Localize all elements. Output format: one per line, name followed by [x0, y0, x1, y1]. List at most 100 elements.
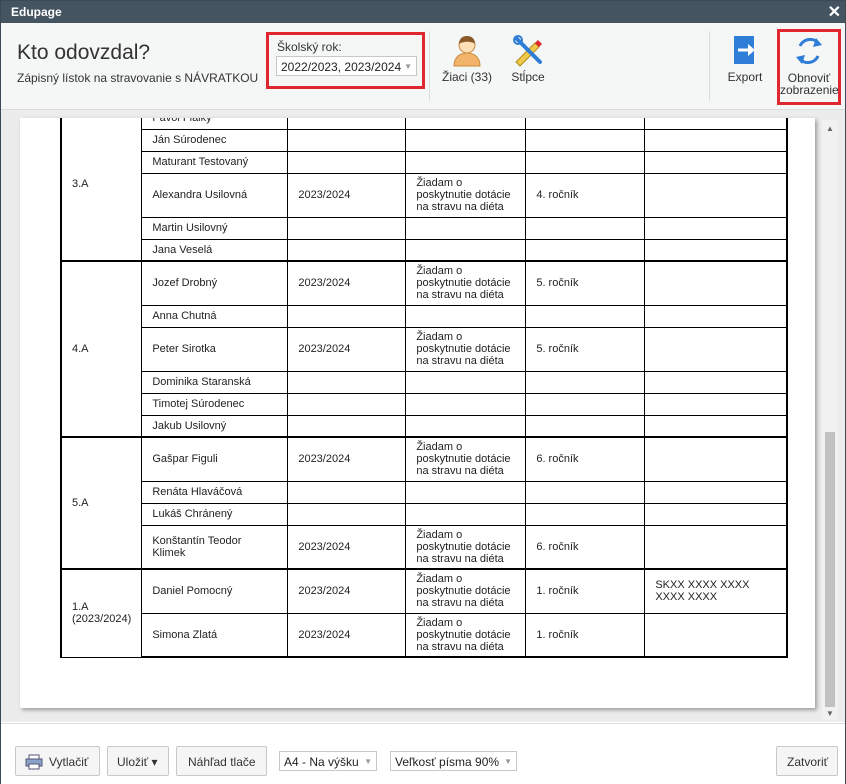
table-row: Lukáš Chránený: [61, 502, 788, 526]
cell-note: Žiadam o poskytnutie dotácie na stravu n…: [405, 260, 527, 306]
table-row: Anna Chutná: [61, 304, 788, 328]
cell-extra: [644, 370, 788, 394]
cell-name: Gašpar Figuli: [141, 436, 289, 482]
page-title: Kto odovzdal?: [17, 41, 151, 64]
cell-extra: [644, 118, 788, 130]
cell-year: [287, 150, 407, 174]
school-year-select[interactable]: 2022/2023, 2023/2024 ▼: [276, 56, 417, 76]
school-year-value: 2022/2023, 2023/2024: [281, 60, 402, 74]
school-year-highlight: Školský rok: 2022/2023, 2023/2024 ▼: [266, 32, 425, 89]
cell-extra: [644, 172, 788, 218]
cell-extra: [644, 392, 788, 416]
font-size-value: Veľkosť písma 90%: [395, 755, 500, 769]
class-name: 4.A: [72, 343, 89, 355]
cell-name: Konštantín Teodor Klimek: [141, 524, 289, 570]
cell-year: 2023/2024: [287, 612, 407, 658]
cell-extra: [644, 128, 788, 152]
table-row: 4.A Jozef Drobný 2023/2024 Žiadam o poskytn…: [60, 260, 788, 438]
cell-year: [287, 238, 407, 262]
table-row: Simona Zlatá 2023/2024 Žiadam o poskytnuti…: [61, 612, 788, 658]
cell-grade: 6. ročník: [525, 524, 646, 570]
refresh-button[interactable]: Obnoviť zobrazenie: [780, 32, 839, 102]
toolbar-divider: [429, 31, 430, 101]
class-name: 1.A: [72, 601, 89, 614]
cell-note: [405, 128, 527, 152]
cell-year: 2023/2024: [287, 326, 407, 372]
cell-name: Renáta Hlaváčová: [141, 480, 289, 504]
cell-year: [287, 480, 407, 504]
class-cell: 1.A (2023/2024): [60, 568, 143, 658]
refresh-label-line2: zobrazenie: [780, 83, 839, 97]
cell-name: Dominika Staranská: [141, 370, 289, 394]
cell-year: 2023/2024: [287, 260, 407, 306]
cell-year: [287, 370, 407, 394]
cell-extra: [644, 612, 788, 658]
export-label: Export: [727, 70, 763, 84]
print-preview-button[interactable]: Náhľad tlače: [176, 746, 267, 776]
cell-note: [405, 370, 527, 394]
cell-grade: 5. ročník: [525, 260, 646, 306]
cell-name: Maturant Testovaný: [141, 150, 289, 174]
toolbar: Kto odovzdal? Zápisný lístok na stravova…: [1, 23, 845, 110]
scroll-down-icon[interactable]: ▼: [826, 709, 834, 718]
cell-grade: [525, 480, 646, 504]
cell-name: Lukáš Chránený: [141, 502, 289, 526]
chevron-down-icon: ▼: [404, 62, 412, 71]
cell-grade: [525, 118, 646, 130]
cell-name: Jana Veselá: [141, 238, 289, 262]
cell-name: Martin Usilovný: [141, 216, 289, 240]
report-area: 3.A Pavol Fialky Ján Súrodenec Maturant Tes…: [1, 110, 845, 722]
columns-button[interactable]: Stĺpce: [505, 31, 551, 91]
title-bar: Edupage ✕: [1, 1, 845, 23]
cell-extra: [644, 150, 788, 174]
school-year-label: Školský rok:: [277, 40, 342, 54]
close-button[interactable]: Zatvoriť: [776, 746, 838, 776]
scrollbar-thumb[interactable]: [825, 432, 835, 707]
cell-name: Anna Chutná: [141, 304, 289, 328]
cell-grade: [525, 502, 646, 526]
cell-year: 2023/2024: [287, 524, 407, 570]
font-size-select[interactable]: Veľkosť písma 90% ▼: [390, 751, 517, 771]
students-table: 3.A Pavol Fialky Ján Súrodenec Maturant Tes…: [60, 118, 788, 658]
cell-year: 2023/2024: [287, 436, 407, 482]
students-button[interactable]: Žiaci (33): [438, 31, 496, 91]
student-icon: [453, 36, 481, 67]
cell-extra: [644, 436, 788, 482]
table-row: Timotej Súrodenec: [61, 392, 788, 416]
chevron-down-icon: ▼: [364, 757, 372, 766]
cell-note: [405, 392, 527, 416]
cell-name: Jakub Usilovný: [141, 414, 289, 438]
export-button[interactable]: Export: [723, 31, 767, 91]
save-button[interactable]: Uložiť ▾: [107, 746, 169, 776]
table-row: Jakub Usilovný: [61, 414, 788, 438]
table-row: Renáta Hlaváčová: [61, 480, 788, 504]
vertical-scrollbar[interactable]: ▲ ▼: [822, 120, 838, 720]
class-name: 5.A: [72, 497, 89, 509]
orientation-select[interactable]: A4 - Na výšku ▼: [279, 751, 377, 771]
table-row: Ján Súrodenec: [61, 128, 788, 152]
scroll-up-icon[interactable]: ▲: [826, 124, 834, 133]
students-label: Žiaci (33): [441, 70, 492, 84]
cell-year: [287, 216, 407, 240]
cell-note: [405, 118, 527, 130]
cell-year: [287, 118, 407, 130]
table-row: Konštantín Teodor Klimek 2023/2024 Žiadam …: [61, 524, 788, 570]
cell-grade: 1. ročník: [525, 568, 646, 614]
cell-note: Žiadam o poskytnutie dotácie na stravu n…: [405, 524, 527, 570]
class-name: 3.A: [72, 178, 89, 190]
print-label: Vytlačiť: [49, 755, 89, 769]
cell-note: [405, 480, 527, 504]
cell-note: [405, 216, 527, 240]
print-button[interactable]: Vytlačiť: [15, 746, 100, 776]
cell-name: Daniel Pomocný: [141, 568, 289, 614]
cell-note: Žiadam o poskytnutie dotácie na stravu n…: [405, 436, 527, 482]
cell-grade: [525, 414, 646, 438]
page-subtitle: Zápisný lístok na stravovanie s NÁVRATKO…: [17, 71, 259, 85]
cell-grade: [525, 128, 646, 152]
cell-extra: [644, 502, 788, 526]
cell-extra: [644, 326, 788, 372]
cell-note: [405, 304, 527, 328]
class-cell: 4.A: [60, 260, 143, 438]
cell-extra: [644, 216, 788, 240]
close-icon[interactable]: ✕: [828, 2, 841, 22]
